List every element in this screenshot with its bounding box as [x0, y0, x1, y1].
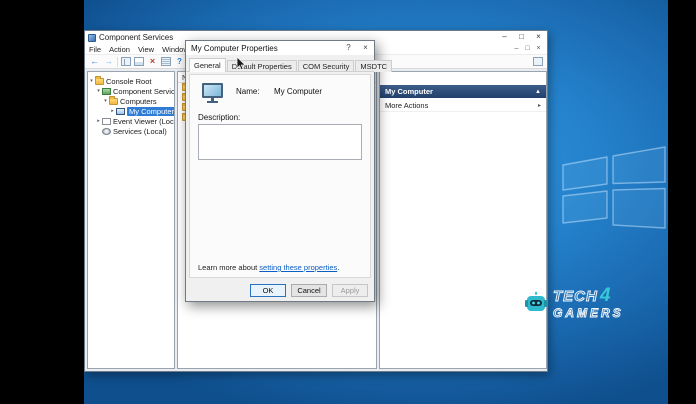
learn-prefix: Learn more about [198, 263, 260, 272]
watermark-four: 4 [599, 285, 611, 306]
windows-logo [562, 146, 666, 229]
tab-general[interactable]: General [189, 58, 226, 72]
tree-item-services[interactable]: Services (Local) [88, 126, 174, 136]
actions-pane: My Computer ▲ More Actions ▸ [379, 71, 547, 369]
tree-item-label: Event Viewer (Local) [113, 116, 174, 126]
name-value: My Computer [274, 87, 323, 96]
help-icon[interactable]: ? [174, 56, 185, 67]
more-actions-item[interactable]: More Actions ▸ [380, 100, 546, 112]
menu-view[interactable]: View [134, 45, 158, 54]
tree-item-my-computer[interactable]: ▸ My Computer [88, 106, 174, 116]
component-services-node-icon [102, 87, 111, 95]
tree-expander-icon[interactable]: ▸ [95, 118, 102, 124]
cancel-button[interactable]: Cancel [291, 284, 327, 297]
child-restore-button[interactable]: □ [522, 44, 533, 54]
show-console-tree-icon[interactable] [121, 57, 131, 66]
ok-button[interactable]: OK [250, 284, 286, 297]
component-services-icon [88, 33, 96, 42]
my-computer-properties-dialog: My Computer Properties ? × General Defau… [185, 40, 393, 302]
tech4gamers-robot-icon [525, 291, 547, 311]
tab-com-security[interactable]: COM Security [297, 60, 355, 72]
dialog-help-button[interactable]: ? [340, 41, 357, 55]
maximize-button[interactable]: □ [513, 31, 530, 44]
child-minimize-button[interactable]: – [511, 44, 522, 54]
name-label: Name: [236, 87, 260, 96]
dialog-close-button[interactable]: × [357, 41, 374, 55]
my-computer-icon [116, 107, 125, 115]
watermark-tech: TECH [553, 288, 598, 305]
actions-section-header[interactable]: My Computer ▲ [380, 85, 546, 98]
minimize-button[interactable]: – [496, 31, 513, 44]
watermark-gamers: GAMERS [553, 306, 624, 320]
more-actions-label: More Actions [385, 101, 429, 110]
delete-icon[interactable]: × [147, 56, 158, 67]
learn-more-text: Learn more about setting these propertie… [198, 263, 339, 272]
tab-msdtc[interactable]: MSDTC [355, 60, 393, 72]
tree-expander-icon[interactable]: ▾ [102, 98, 109, 104]
settings-properties-link[interactable]: setting these properties [259, 263, 337, 272]
tree-item-console-root[interactable]: ▾ Console Root [88, 75, 174, 86]
event-viewer-icon [102, 117, 111, 125]
screen: Component Services – □ × File Action Vie… [0, 0, 696, 404]
back-icon[interactable]: ← [89, 56, 100, 67]
chevron-right-icon: ▸ [537, 103, 541, 109]
window-title: Component Services [99, 33, 174, 42]
tree-item-label: My Computer [127, 106, 175, 116]
toolbar-separator [117, 56, 118, 67]
general-tab-page: Name: My Computer Description: Learn mor… [189, 74, 371, 278]
description-label: Description: [198, 113, 241, 122]
tree-expander-icon[interactable]: ▾ [88, 78, 95, 84]
tree-item-label: Services (Local) [113, 126, 167, 136]
forward-icon[interactable]: → [103, 56, 114, 67]
properties-icon[interactable] [161, 57, 171, 66]
tree-item-component-services[interactable]: ▾ Component Services [88, 86, 174, 96]
menu-action[interactable]: Action [105, 45, 134, 54]
desktop: Component Services – □ × File Action Vie… [84, 0, 668, 404]
close-button[interactable]: × [530, 31, 547, 44]
tech4gamers-watermark: TECH 4 GAMERS [524, 286, 624, 319]
dialog-title: My Computer Properties [191, 43, 278, 53]
computer-icon [202, 83, 223, 103]
learn-suffix: . [337, 263, 340, 272]
description-input[interactable] [198, 124, 362, 160]
tree-item-computers[interactable]: ▾ Computers [88, 95, 174, 106]
tree-expander-icon[interactable]: ▾ [95, 88, 102, 94]
console-root-icon [95, 75, 104, 85]
dialog-button-row: OK Cancel Apply [186, 284, 368, 297]
actions-section-title: My Computer [385, 87, 433, 96]
child-close-button[interactable]: × [533, 44, 544, 54]
services-icon [102, 127, 111, 135]
tab-strip: General Default Properties COM Security … [186, 55, 393, 72]
collapse-icon[interactable]: ▲ [535, 89, 541, 95]
dialog-titlebar[interactable]: My Computer Properties ? × [186, 41, 374, 55]
mouse-cursor [236, 56, 246, 71]
export-list-icon[interactable] [134, 57, 144, 66]
apply-button: Apply [332, 284, 368, 297]
tree-item-label: Component Services [113, 86, 175, 96]
computers-folder-icon [109, 95, 118, 105]
tree-item-label: Console Root [106, 76, 152, 86]
tree-expander-icon[interactable]: ▸ [109, 108, 116, 114]
tree-item-event-viewer[interactable]: ▸ Event Viewer (Local) [88, 116, 174, 126]
actions-pane-toggle-icon[interactable] [533, 57, 543, 66]
tree-item-label: Computers [120, 96, 157, 106]
menu-file[interactable]: File [85, 45, 105, 54]
console-tree-pane: ▾ Console Root ▾ Component Services ▾ [87, 71, 175, 369]
